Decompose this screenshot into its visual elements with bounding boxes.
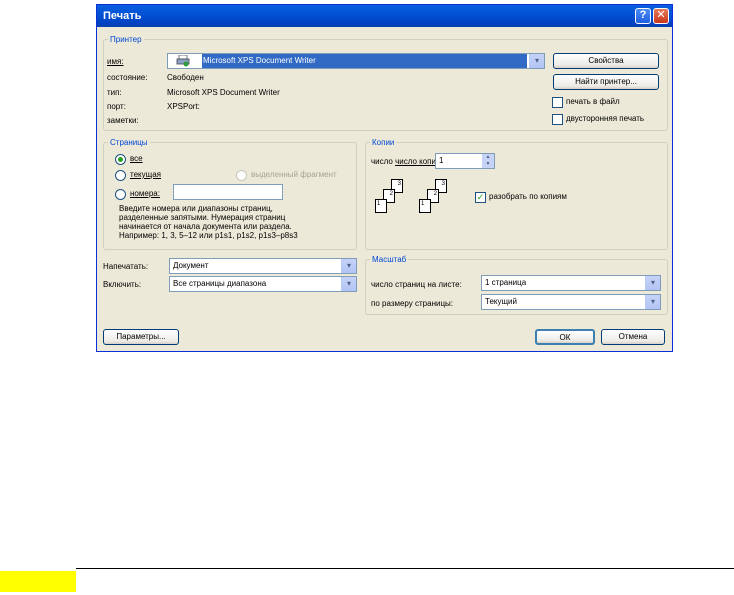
pages-hint-line: разделенные запятыми. Нумерация страниц [119, 213, 286, 222]
printer-name-value: Microsoft XPS Document Writer [202, 54, 527, 68]
printer-name-select[interactable]: Microsoft XPS Document Writer ▾ [167, 53, 545, 69]
copies-count-label: число число копий: [371, 157, 443, 166]
printer-icon [176, 55, 190, 67]
type-label: тип: [107, 88, 122, 97]
help-icon[interactable]: ? [635, 8, 651, 24]
print-to-file-label: печать в файл [566, 97, 620, 106]
copies-count-value: 1 [439, 156, 444, 165]
pages-all-radio[interactable] [115, 154, 126, 165]
fit-to-page-select[interactable]: Текущий ▾ [481, 294, 661, 310]
status-value: Свободен [167, 73, 204, 82]
print-what-label: Напечатать: [103, 262, 149, 271]
collate-checkbox[interactable]: ✓ [475, 192, 486, 203]
print-what-value: Документ [173, 261, 209, 270]
find-printer-button[interactable]: Найти принтер... [553, 74, 659, 90]
printer-legend: Принтер [110, 35, 142, 44]
spin-down-icon[interactable]: ▼ [482, 161, 494, 168]
include-label: Включить: [103, 280, 142, 289]
fit-to-page-value: Текущий [485, 297, 517, 306]
chevron-down-icon[interactable]: ▾ [645, 276, 660, 290]
copies-spinner[interactable]: ▲ ▼ [482, 154, 494, 168]
chevron-down-icon[interactable]: ▾ [645, 295, 660, 309]
type-value: Microsoft XPS Document Writer [167, 88, 280, 97]
port-label: порт: [107, 102, 126, 111]
print-dialog: Печать ? ✕ Принтер имя: Microsoft XPS Do… [96, 4, 673, 352]
pages-hint-line: начинается от начала документа или разде… [119, 222, 292, 231]
include-value: Все страницы диапазона [173, 279, 267, 288]
pages-numbers-label: номера: [130, 189, 160, 198]
pages-legend: Страницы [110, 138, 148, 147]
pages-selection-label: выделенный фрагмент [251, 170, 337, 179]
chevron-down-icon[interactable]: ▾ [341, 277, 356, 291]
properties-button[interactable]: Свойства [553, 53, 659, 69]
include-select[interactable]: Все страницы диапазона ▾ [169, 276, 357, 292]
pages-per-sheet-label: число страниц на листе: [371, 280, 462, 289]
title-bar: Печать ? ✕ [97, 5, 672, 27]
window-title: Печать [103, 10, 142, 22]
pages-current-label: текущая [130, 170, 161, 179]
duplex-checkbox[interactable] [552, 114, 563, 125]
pages-current-radio[interactable] [115, 170, 126, 181]
pages-all-label: все [130, 154, 143, 163]
divider-line [76, 568, 734, 569]
pages-per-sheet-value: 1 страница [485, 278, 527, 287]
pages-hint-line: Введите номера или диапазоны страниц, [119, 204, 273, 213]
duplex-label: двусторонняя печать [566, 114, 645, 123]
close-icon[interactable]: ✕ [653, 8, 669, 24]
pages-numbers-radio[interactable] [115, 189, 126, 200]
copies-count-input[interactable]: 1 ▲ ▼ [435, 153, 495, 169]
pages-hint-line: Например: 1, 3, 5–12 или p1s1, p1s2, p1s… [119, 231, 298, 240]
page-icon: 1 [419, 199, 431, 213]
spin-up-icon[interactable]: ▲ [482, 154, 494, 161]
pages-hint: Введите номера или диапазоны страниц, ра… [119, 204, 298, 240]
notes-label: заметки: [107, 116, 139, 125]
status-label: состояние: [107, 73, 148, 82]
pages-per-sheet-select[interactable]: 1 страница ▾ [481, 275, 661, 291]
chevron-down-icon[interactable]: ▾ [341, 259, 356, 273]
cancel-button[interactable]: Отмена [601, 329, 665, 345]
print-what-select[interactable]: Документ ▾ [169, 258, 357, 274]
chevron-down-icon[interactable]: ▾ [529, 54, 544, 68]
ok-button[interactable]: ОК [535, 329, 595, 345]
printer-name-label: имя: [107, 57, 124, 66]
copies-legend: Копии [372, 138, 395, 147]
collate-label: разобрать по копиям [489, 192, 567, 201]
page-icon: 1 [375, 199, 387, 213]
print-to-file-checkbox[interactable] [552, 97, 563, 108]
options-button[interactable]: Параметры... [103, 329, 179, 345]
highlight-block [0, 571, 76, 592]
fit-to-page-label: по размеру страницы: [371, 299, 454, 308]
scale-legend: Масштаб [372, 255, 407, 264]
page-numbers-input[interactable] [173, 184, 283, 200]
pages-selection-radio[interactable] [236, 170, 247, 181]
port-value: XPSPort: [167, 102, 200, 111]
